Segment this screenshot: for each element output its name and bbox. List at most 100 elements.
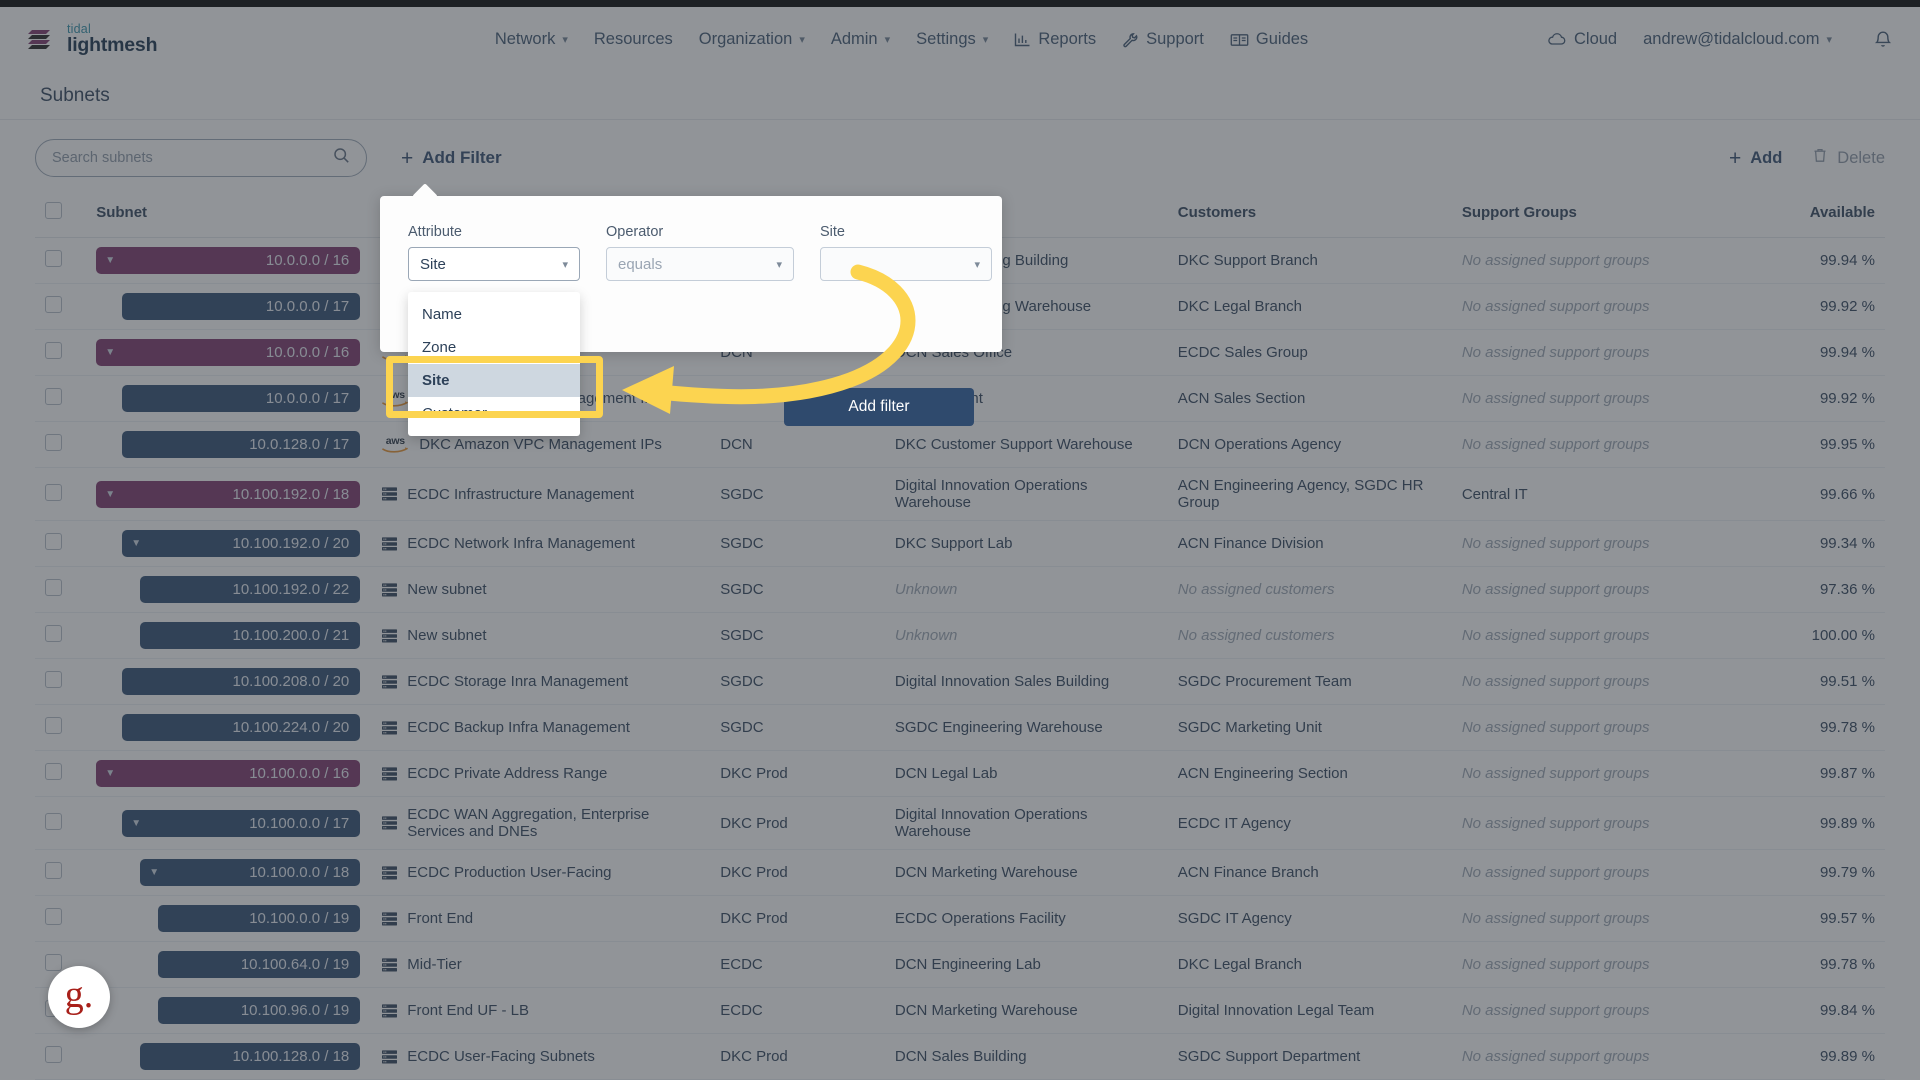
row-select-cell [35, 658, 87, 705]
nav-item-support[interactable]: Support [1122, 30, 1204, 49]
subnet-badge[interactable]: 10.0.0.0 / 17 [122, 293, 361, 320]
subnet-badge[interactable]: 10.100.192.0 / 22 [140, 576, 361, 603]
operator-select[interactable]: equals ▾ [606, 247, 794, 281]
dropdown-option-name[interactable]: Name [408, 298, 580, 331]
subnet-badge[interactable]: ▼ 10.100.0.0 / 16 [96, 760, 361, 787]
subnet-badge[interactable]: ▼ 10.100.0.0 / 18 [140, 859, 361, 886]
select-all-checkbox[interactable] [45, 202, 62, 219]
table-row[interactable]: ▼ 10.100.0.0 / 16 ECDC Private Address Ran… [35, 750, 1885, 797]
table-row[interactable]: ▼ 10.100.192.0 / 18 ECDC Infrastructure Ma… [35, 467, 1885, 521]
row-checkbox[interactable] [45, 954, 62, 971]
row-checkbox[interactable] [45, 579, 62, 596]
table-row[interactable]: 10.100.224.0 / 20 ECDC Backup Infra Manag… [35, 704, 1885, 751]
table-row[interactable]: 10.100.208.0 / 20 ECDC Storage Inra Manag… [35, 658, 1885, 705]
subnet-name: ECDC WAN Aggregation, Enterprise Service… [407, 806, 650, 840]
row-checkbox[interactable] [45, 763, 62, 780]
add-filter-button[interactable]: + Add Filter [401, 148, 502, 169]
row-checkbox[interactable] [45, 717, 62, 734]
table-row[interactable]: 10.100.192.0 / 22 New subnet SGDC Unknown No… [35, 566, 1885, 613]
search-input[interactable] [52, 150, 333, 166]
cloud-switcher[interactable]: Cloud [1547, 30, 1617, 49]
cell-subnet: 10.100.208.0 / 20 [86, 658, 371, 705]
row-checkbox[interactable] [45, 388, 62, 405]
subnet-badge[interactable]: 10.0.128.0 / 17 [122, 431, 361, 458]
row-checkbox[interactable] [45, 671, 62, 688]
expand-caret-icon[interactable]: ▼ [105, 489, 115, 500]
subnet-badge[interactable]: ▼ 10.100.192.0 / 20 [122, 530, 361, 557]
nav-item-guides[interactable]: Guides [1230, 30, 1308, 49]
table-row[interactable]: 10.100.64.0 / 19 Mid-Tier ECDC DCN Engineer… [35, 941, 1885, 988]
dropdown-option-customer[interactable]: Customer [408, 397, 580, 430]
table-row[interactable]: 10.100.96.0 / 19 Front End UF - LB ECDC DCN… [35, 987, 1885, 1034]
nav-item-settings[interactable]: Settings ▾ [916, 30, 988, 49]
attribute-label: Attribute [408, 224, 462, 240]
table-row[interactable]: 10.100.200.0 / 21 New subnet SGDC Unknown No… [35, 612, 1885, 659]
subnet-cidr: 10.100.0.0 / 19 [249, 910, 350, 927]
subnet-badge[interactable]: ▼ 10.0.0.0 / 16 [96, 247, 361, 274]
bell-icon[interactable] [1872, 29, 1894, 51]
site-value: DKC Support Lab [894, 535, 1013, 552]
subnet-badge[interactable]: 10.100.0.0 / 19 [158, 905, 361, 932]
cell-support-groups: No assigned support groups [1451, 375, 1732, 422]
row-checkbox[interactable] [45, 296, 62, 313]
row-checkbox[interactable] [45, 812, 62, 830]
th-subnet[interactable]: Subnet [86, 196, 371, 238]
expand-caret-icon[interactable]: ▼ [105, 347, 115, 358]
nav-item-admin[interactable]: Admin ▾ [831, 30, 890, 49]
zone-value: DKC Prod [720, 910, 788, 927]
value-select[interactable]: ▾ [820, 247, 992, 281]
search-box[interactable] [35, 139, 367, 177]
expand-caret-icon[interactable]: ▼ [105, 768, 115, 779]
th-customers[interactable]: Customers [1167, 196, 1452, 238]
subnet-cidr: 10.100.128.0 / 18 [232, 1048, 350, 1065]
subnet-badge[interactable]: 10.100.224.0 / 20 [122, 714, 361, 741]
account-menu[interactable]: andrew@tidalcloud.com ▾ [1643, 30, 1832, 49]
row-checkbox[interactable] [45, 434, 62, 451]
dropdown-option-site[interactable]: Site [408, 364, 580, 397]
th-available[interactable]: Available [1731, 196, 1885, 238]
subnet-badge[interactable]: ▼ 10.100.0.0 / 17 [122, 809, 361, 837]
grammarly-assistant-badge[interactable]: g. [48, 966, 110, 1028]
row-checkbox[interactable] [45, 342, 62, 359]
subnet-badge[interactable]: 10.100.64.0 / 19 [158, 951, 361, 978]
nav-item-reports[interactable]: Reports [1014, 30, 1096, 49]
subnet-badge[interactable]: 10.100.96.0 / 19 [158, 997, 361, 1024]
attribute-select[interactable]: Site ▾ [408, 247, 580, 281]
table-row[interactable]: 10.100.128.0 / 18 ECDC User-Facing Subnet… [35, 1033, 1885, 1080]
nav-item-resources[interactable]: Resources [594, 30, 673, 49]
row-checkbox[interactable] [45, 625, 62, 642]
row-checkbox[interactable] [45, 250, 62, 267]
subnet-badge[interactable]: 10.100.208.0 / 20 [122, 668, 361, 695]
brand-logo[interactable]: tidal lightmesh [26, 23, 256, 56]
nav-item-organization[interactable]: Organization ▾ [699, 30, 805, 49]
customers-value: ECDC IT Agency [1177, 814, 1291, 832]
subnet-badge[interactable]: 10.100.128.0 / 18 [140, 1043, 361, 1070]
table-row[interactable]: ▼ 10.100.192.0 / 20 ECDC Network Infra Man… [35, 520, 1885, 567]
expand-caret-icon[interactable]: ▼ [105, 255, 115, 266]
row-checkbox[interactable] [45, 533, 62, 550]
table-row[interactable]: ▼ 10.100.0.0 / 17 ECDC WAN Aggregation, En… [35, 796, 1885, 850]
value-field: Site ▾ [820, 224, 992, 281]
row-checkbox[interactable] [45, 1046, 62, 1063]
subnet-badge[interactable]: ▼ 10.0.0.0 / 16 [96, 339, 361, 366]
add-button[interactable]: + Add [1729, 148, 1782, 169]
row-checkbox[interactable] [45, 862, 62, 879]
table-row[interactable]: ▼ 10.100.0.0 / 18 ECDC Production User-Fac… [35, 849, 1885, 896]
expand-caret-icon[interactable]: ▼ [131, 818, 141, 829]
subnet-badge[interactable]: ▼ 10.100.192.0 / 18 [96, 480, 361, 508]
row-checkbox[interactable] [45, 483, 62, 501]
th-support-groups[interactable]: Support Groups [1451, 196, 1732, 238]
table-row[interactable]: 10.100.0.0 / 19 Front End DKC Prod ECDC Ope… [35, 895, 1885, 942]
table-row[interactable]: 10.0.128.0 / 17 aws DKC Amazon VPC Managem… [35, 421, 1885, 468]
subnet-badge[interactable]: 10.100.200.0 / 21 [140, 622, 361, 649]
cell-customers: SGDC IT Agency [1167, 895, 1452, 942]
delete-button[interactable]: Delete [1812, 147, 1885, 169]
subnet-badge[interactable]: 10.0.0.0 / 17 [122, 385, 361, 412]
expand-caret-icon[interactable]: ▼ [131, 538, 141, 549]
expand-caret-icon[interactable]: ▼ [149, 867, 159, 878]
add-filter-submit-button[interactable]: Add filter [784, 388, 974, 426]
nav-item-network[interactable]: Network ▾ [495, 30, 568, 49]
cell-subnet: ▼ 10.100.0.0 / 18 [86, 849, 371, 896]
dropdown-option-zone[interactable]: Zone [408, 331, 580, 364]
row-checkbox[interactable] [45, 908, 62, 925]
